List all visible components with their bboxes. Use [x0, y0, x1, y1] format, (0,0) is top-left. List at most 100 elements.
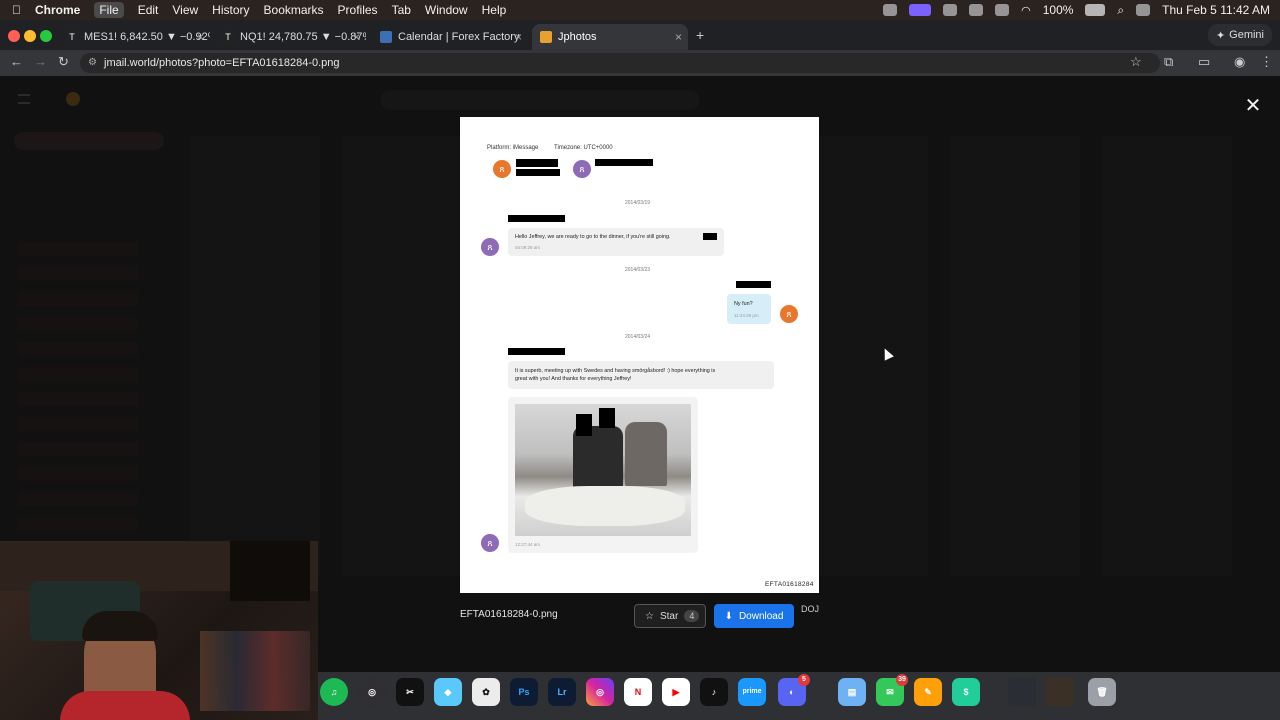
minimize-window-button[interactable]	[24, 30, 36, 42]
participant-avatar: ጸ	[493, 160, 511, 178]
tab-label: NQ1! 24,780.75 ▼ −0.87% G	[240, 31, 366, 43]
message-time: 04:09:28 am	[515, 245, 541, 250]
tab-label: MES1! 6,842.50 ▼ −0.92% G	[84, 31, 210, 43]
hamburger-icon[interactable]	[18, 94, 30, 104]
date-separator: 2014/03/23	[625, 267, 651, 273]
lightroom-icon[interactable]: Lr	[548, 678, 576, 706]
close-tab-icon[interactable]: ×	[353, 30, 360, 44]
screen-record-icon[interactable]	[909, 4, 932, 16]
apple-icon[interactable]: 	[12, 3, 21, 17]
forward-icon[interactable]: →	[34, 54, 47, 69]
youtube-icon[interactable]: ▶	[662, 678, 690, 706]
redaction-box	[599, 408, 615, 428]
attached-photo	[515, 404, 691, 536]
tab-nq1[interactable]: T NQ1! 24,780.75 ▼ −0.87% G ×	[214, 24, 366, 50]
webcam-person-hair	[82, 611, 158, 641]
wifi-icon[interactable]: ◠	[1021, 4, 1031, 17]
extensions-icon[interactable]: ⧉	[1164, 54, 1173, 70]
side-panel-icon[interactable]: ▭	[1198, 54, 1210, 70]
close-tab-icon[interactable]: ×	[515, 30, 522, 44]
close-tab-icon[interactable]: ×	[197, 30, 204, 44]
document-id: EFTA01618284	[765, 581, 814, 588]
menu-tab[interactable]: Tab	[392, 3, 411, 17]
robinhood-icon[interactable]: $	[952, 678, 980, 706]
battery-percent: 100%	[1042, 3, 1074, 17]
back-icon[interactable]: ←	[10, 54, 23, 69]
home-nav-item[interactable]	[14, 132, 164, 150]
tab-forex-factory[interactable]: Calendar | Forex Factory ×	[372, 24, 528, 50]
profile-avatar[interactable]: ◉	[1234, 54, 1245, 70]
play-icon[interactable]	[995, 4, 1010, 16]
close-window-button[interactable]	[8, 30, 20, 42]
tray-app-icon[interactable]	[969, 4, 984, 16]
participant-avatar: ጸ	[573, 160, 591, 178]
source-tag: DOJ	[801, 604, 819, 614]
reload-icon[interactable]: ↻	[58, 54, 69, 70]
bookmark-star-icon[interactable]: ☆	[1130, 54, 1142, 70]
redaction-bar	[703, 233, 717, 240]
menu-view[interactable]: View	[172, 3, 198, 17]
messages-icon[interactable]: ✉ 39	[876, 674, 908, 706]
window-thumbnail[interactable]	[1046, 678, 1074, 706]
new-tab-icon[interactable]: +	[696, 27, 704, 43]
sender-avatar: ጸ	[780, 305, 798, 323]
message-bubble	[727, 294, 771, 324]
photo-filename: EFTA01618284-0.png	[460, 609, 558, 620]
tray-app-icon[interactable]	[943, 4, 958, 16]
battery-icon[interactable]	[1085, 4, 1106, 16]
menu-profiles[interactable]: Profiles	[338, 3, 378, 17]
menu-file[interactable]: File	[94, 2, 124, 18]
download-button[interactable]: ⬇ Download	[714, 604, 794, 628]
search-bar[interactable]	[380, 90, 700, 110]
discord-icon[interactable]: ◐ 5	[778, 674, 810, 706]
menu-history[interactable]: History	[212, 3, 249, 17]
tiktok-icon[interactable]: ♪	[700, 678, 728, 706]
chatgpt-icon[interactable]: ✿	[472, 678, 500, 706]
menu-help[interactable]: Help	[482, 3, 507, 17]
netflix-icon[interactable]: N	[624, 678, 652, 706]
message-time: 11:24:28 pm	[734, 313, 759, 318]
safari-like-app-icon[interactable]: ◆	[434, 678, 462, 706]
pencil-app-icon[interactable]: ✎	[914, 678, 942, 706]
menu-bookmarks[interactable]: Bookmarks	[264, 3, 324, 17]
download-label: Download	[738, 610, 784, 622]
menu-app-name[interactable]: Chrome	[35, 3, 80, 17]
tab-mes1[interactable]: T MES1! 6,842.50 ▼ −0.92% G ×	[58, 24, 210, 50]
capcut-icon[interactable]: ✂	[396, 678, 424, 706]
message-bubble	[508, 228, 724, 256]
app-logo[interactable]	[66, 92, 80, 106]
prime-video-icon[interactable]: prime	[738, 678, 766, 706]
spotify-icon[interactable]: ♫	[320, 678, 348, 706]
address-bar[interactable]: ⚙ jmail.world/photos?photo=EFTA01618284-…	[80, 53, 1160, 73]
tab-label: Jphotos	[558, 31, 597, 43]
gemini-button[interactable]: ✦ Gemini	[1207, 24, 1272, 46]
close-tab-icon[interactable]: ×	[675, 30, 682, 44]
url-text: jmail.world/photos?photo=EFTA01618284-0.…	[104, 57, 340, 69]
discord-badge: 5	[798, 674, 810, 686]
tab-jphotos[interactable]: Jphotos ×	[532, 24, 688, 50]
photoshop-icon[interactable]: Ps	[510, 678, 538, 706]
obs-icon[interactable]: ◎	[358, 678, 386, 706]
jphotos-icon	[540, 31, 552, 43]
star-button[interactable]: ☆ Star 4	[634, 604, 706, 628]
messages-badge: 39	[896, 674, 908, 686]
window-thumbnail[interactable]	[1008, 678, 1036, 706]
menu-window[interactable]: Window	[425, 3, 468, 17]
webcam-overlay	[0, 541, 318, 720]
close-lightbox-button[interactable]: ✕	[1243, 96, 1263, 116]
redaction-bar	[508, 215, 565, 222]
message-text: It is superb, meeting up with Swedes and…	[515, 368, 716, 374]
redaction-bar	[516, 159, 558, 167]
site-info-icon[interactable]: ⚙	[88, 53, 97, 73]
menu-edit[interactable]: Edit	[138, 3, 159, 17]
zoom-window-button[interactable]	[40, 30, 52, 42]
message-bubble	[508, 361, 774, 389]
tray-app-icon[interactable]	[883, 4, 898, 16]
clock[interactable]: Thu Feb 5 11:42 AM	[1162, 3, 1270, 17]
trash-icon[interactable]: 🗑	[1088, 678, 1116, 706]
control-center-icon[interactable]	[1136, 4, 1151, 16]
search-icon[interactable]: ⌕	[1117, 3, 1124, 18]
menu-kebab-icon[interactable]: ⋮	[1260, 54, 1273, 70]
finder-folder-icon[interactable]: ▤	[838, 678, 866, 706]
instagram-icon[interactable]: ◎	[586, 678, 614, 706]
